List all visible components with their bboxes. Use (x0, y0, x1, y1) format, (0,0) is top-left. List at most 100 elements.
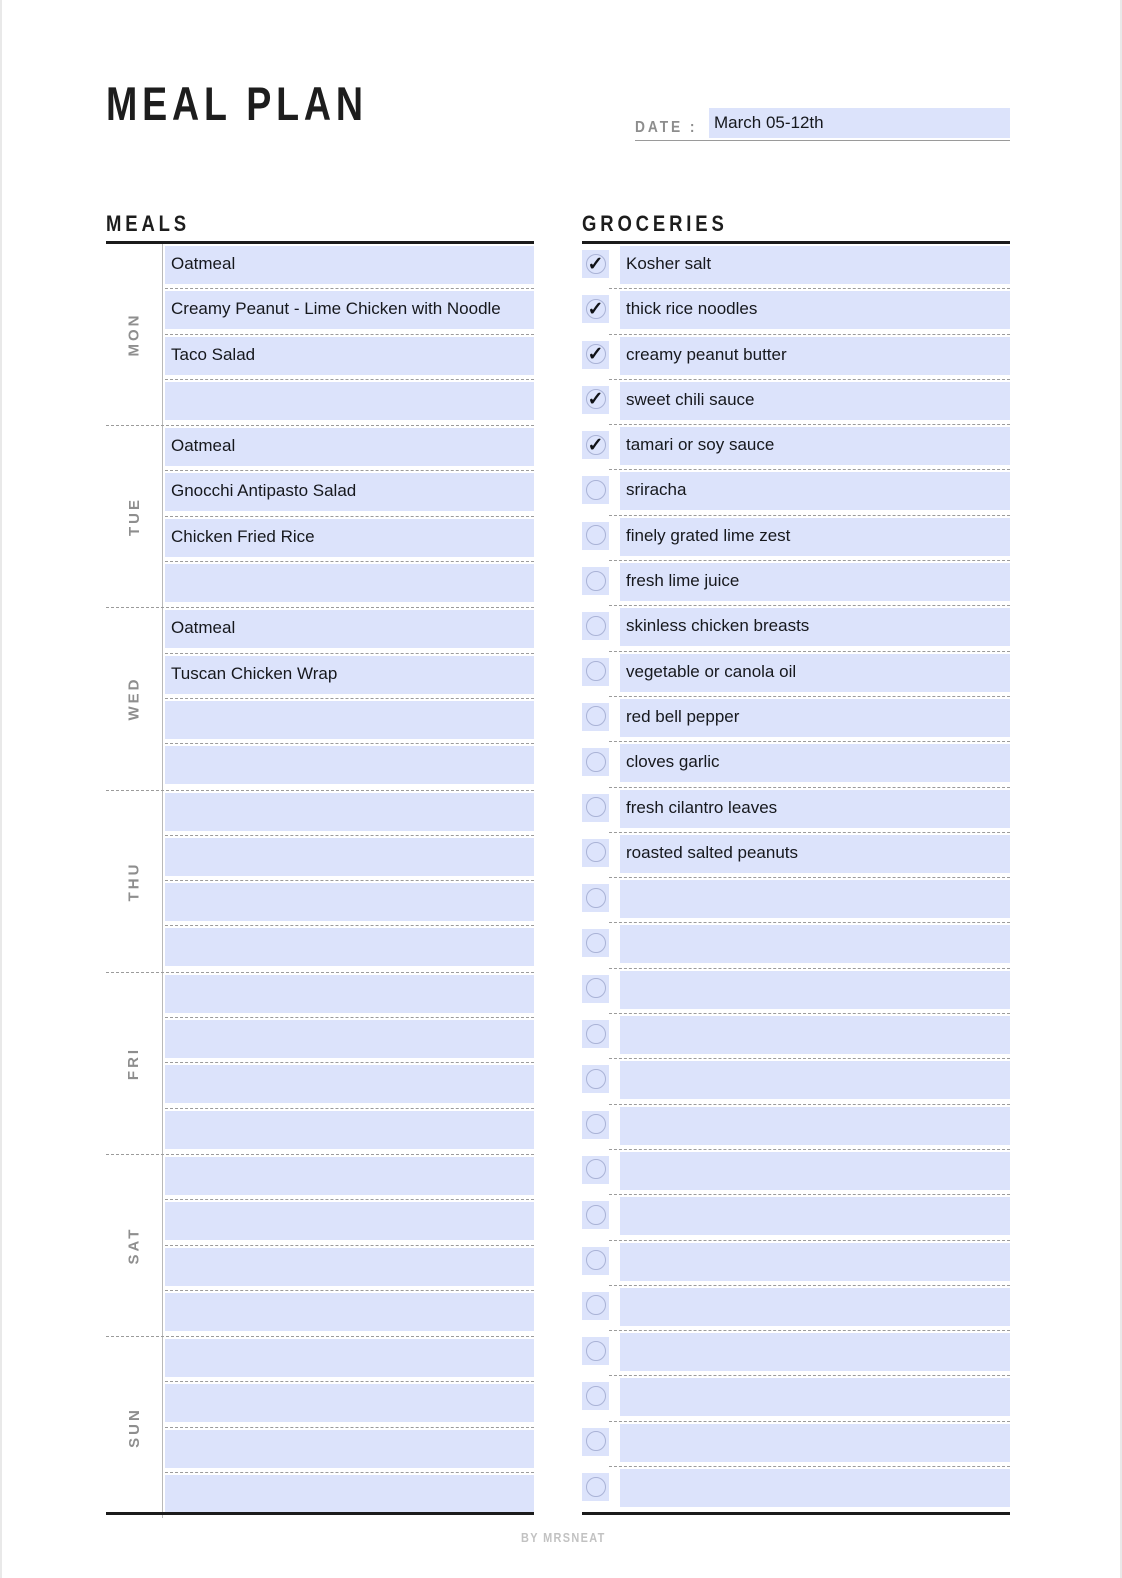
checkbox-unchecked[interactable] (582, 1020, 609, 1049)
checkbox-unchecked[interactable] (582, 884, 609, 913)
meal-input[interactable] (165, 1110, 534, 1149)
meal-input[interactable]: Oatmeal (165, 246, 534, 284)
grocery-input[interactable]: red bell pepper (620, 698, 1010, 737)
meal-input[interactable] (165, 792, 534, 831)
grocery-input[interactable] (620, 1151, 1010, 1190)
day-block: SAT (106, 1154, 534, 1337)
checkbox-unchecked[interactable] (582, 1065, 609, 1094)
meal-input[interactable]: Taco Salad (165, 336, 534, 375)
meal-input[interactable] (165, 564, 534, 603)
grocery-input[interactable]: sweet chili sauce (620, 381, 1010, 420)
checkbox-unchecked[interactable] (582, 1337, 609, 1366)
meal-input[interactable] (165, 837, 534, 876)
grocery-input[interactable]: skinless chicken breasts (620, 608, 1010, 647)
grocery-input[interactable] (620, 1287, 1010, 1326)
checkbox-unchecked[interactable] (582, 702, 609, 731)
meal-input[interactable]: Tuscan Chicken Wrap (165, 655, 534, 694)
day-block: WED Oatmeal Tuscan Chicken Wrap (106, 608, 534, 790)
checkbox-unchecked[interactable] (582, 567, 609, 596)
groceries-heading: GROCERIES (582, 211, 728, 236)
grocery-input[interactable] (620, 1333, 1010, 1372)
checkbox-checked[interactable]: ✓ (582, 431, 609, 460)
check-icon: ✓ (587, 298, 604, 320)
grocery-input[interactable]: roasted salted peanuts (620, 834, 1010, 873)
grocery-row: fresh cilantro leaves (582, 788, 1010, 833)
checkbox-checked[interactable]: ✓ (582, 295, 609, 324)
checkbox-circle-icon (585, 1431, 606, 1452)
meal-input[interactable]: Gnocchi Antipasto Salad (165, 473, 534, 512)
grocery-input[interactable]: creamy peanut butter (620, 336, 1010, 375)
grocery-input[interactable]: fresh cilantro leaves (620, 789, 1010, 828)
grocery-input[interactable] (620, 1378, 1010, 1417)
grocery-text: red bell pepper (626, 706, 740, 726)
meal-input[interactable]: Chicken Fried Rice (165, 518, 534, 557)
checkbox-unchecked[interactable] (582, 838, 609, 867)
grocery-input[interactable]: vegetable or canola oil (620, 653, 1010, 692)
checkbox-unchecked[interactable] (582, 1382, 609, 1411)
meal-input[interactable]: Oatmeal (165, 428, 534, 467)
grocery-input[interactable]: finely grated lime zest (620, 517, 1010, 556)
checkbox-unchecked[interactable] (582, 1110, 609, 1139)
grocery-input[interactable]: sriracha (620, 472, 1010, 511)
meal-input[interactable] (165, 1202, 534, 1241)
meal-input[interactable]: Creamy Peanut - Lime Chicken with Noodle (165, 291, 534, 330)
meal-input[interactable] (165, 1065, 534, 1104)
grocery-input[interactable] (620, 1016, 1010, 1055)
meal-input[interactable] (165, 883, 534, 922)
page-header: MEAL PLAN DATE : March 05-12th (106, 77, 1010, 160)
checkbox-unchecked[interactable] (582, 521, 609, 550)
meal-input[interactable] (165, 746, 534, 785)
grocery-input[interactable] (620, 925, 1010, 964)
grocery-input[interactable] (620, 1242, 1010, 1281)
meal-input[interactable] (165, 381, 534, 420)
meal-text: Oatmeal (171, 618, 236, 638)
checkbox-circle-icon (585, 479, 606, 500)
grocery-row: roasted salted peanuts (582, 833, 1010, 879)
checkbox-unchecked[interactable] (582, 1201, 609, 1230)
checkbox-unchecked[interactable] (582, 476, 609, 505)
checkbox-unchecked[interactable] (582, 1473, 609, 1502)
grocery-input[interactable] (620, 880, 1010, 919)
meal-input[interactable] (165, 974, 534, 1013)
checkbox-unchecked[interactable] (582, 1427, 609, 1456)
meal-input[interactable] (165, 1156, 534, 1195)
grocery-input[interactable] (620, 1469, 1010, 1508)
checkbox-unchecked[interactable] (582, 793, 609, 822)
meal-input[interactable] (165, 1292, 534, 1331)
grocery-input[interactable]: fresh lime juice (620, 563, 1010, 602)
meal-rows: Oatmeal Tuscan Chicken Wrap (165, 608, 534, 789)
meal-input[interactable] (165, 928, 534, 967)
checkbox-unchecked[interactable] (582, 748, 609, 777)
checkbox-checked[interactable]: ✓ (582, 250, 609, 278)
grocery-input[interactable] (620, 1106, 1010, 1145)
checkbox-checked[interactable]: ✓ (582, 385, 609, 414)
meal-input[interactable] (165, 1475, 534, 1514)
checkbox-unchecked[interactable] (582, 1155, 609, 1184)
checkbox-unchecked[interactable] (582, 929, 609, 958)
checkbox-unchecked[interactable] (582, 1246, 609, 1275)
checkbox-unchecked[interactable] (582, 974, 609, 1003)
day-label-sun: SUN (106, 1337, 162, 1518)
meal-input[interactable] (165, 1020, 534, 1059)
grocery-input[interactable] (620, 1197, 1010, 1236)
grocery-input[interactable]: cloves garlic (620, 744, 1010, 783)
meal-input[interactable]: Oatmeal (165, 610, 534, 649)
grocery-input[interactable] (620, 1423, 1010, 1462)
checkbox-unchecked[interactable] (582, 612, 609, 641)
meal-input[interactable] (165, 1339, 534, 1378)
checkbox-unchecked[interactable] (582, 657, 609, 686)
grocery-input[interactable] (620, 970, 1010, 1009)
date-input[interactable]: March 05-12th (709, 108, 1010, 138)
meal-input[interactable] (165, 700, 534, 739)
grocery-text: thick rice noodles (626, 299, 758, 319)
meal-input[interactable] (165, 1384, 534, 1423)
checkbox-unchecked[interactable] (582, 1291, 609, 1320)
checkbox-checked[interactable]: ✓ (582, 340, 609, 369)
grocery-input[interactable]: thick rice noodles (620, 291, 1010, 330)
meal-input[interactable] (165, 1247, 534, 1286)
meal-input[interactable] (165, 1429, 534, 1468)
grocery-input[interactable]: Kosher salt (620, 246, 1010, 284)
grocery-text: skinless chicken breasts (626, 616, 810, 636)
grocery-input[interactable] (620, 1061, 1010, 1100)
grocery-input[interactable]: tamari or soy sauce (620, 427, 1010, 466)
